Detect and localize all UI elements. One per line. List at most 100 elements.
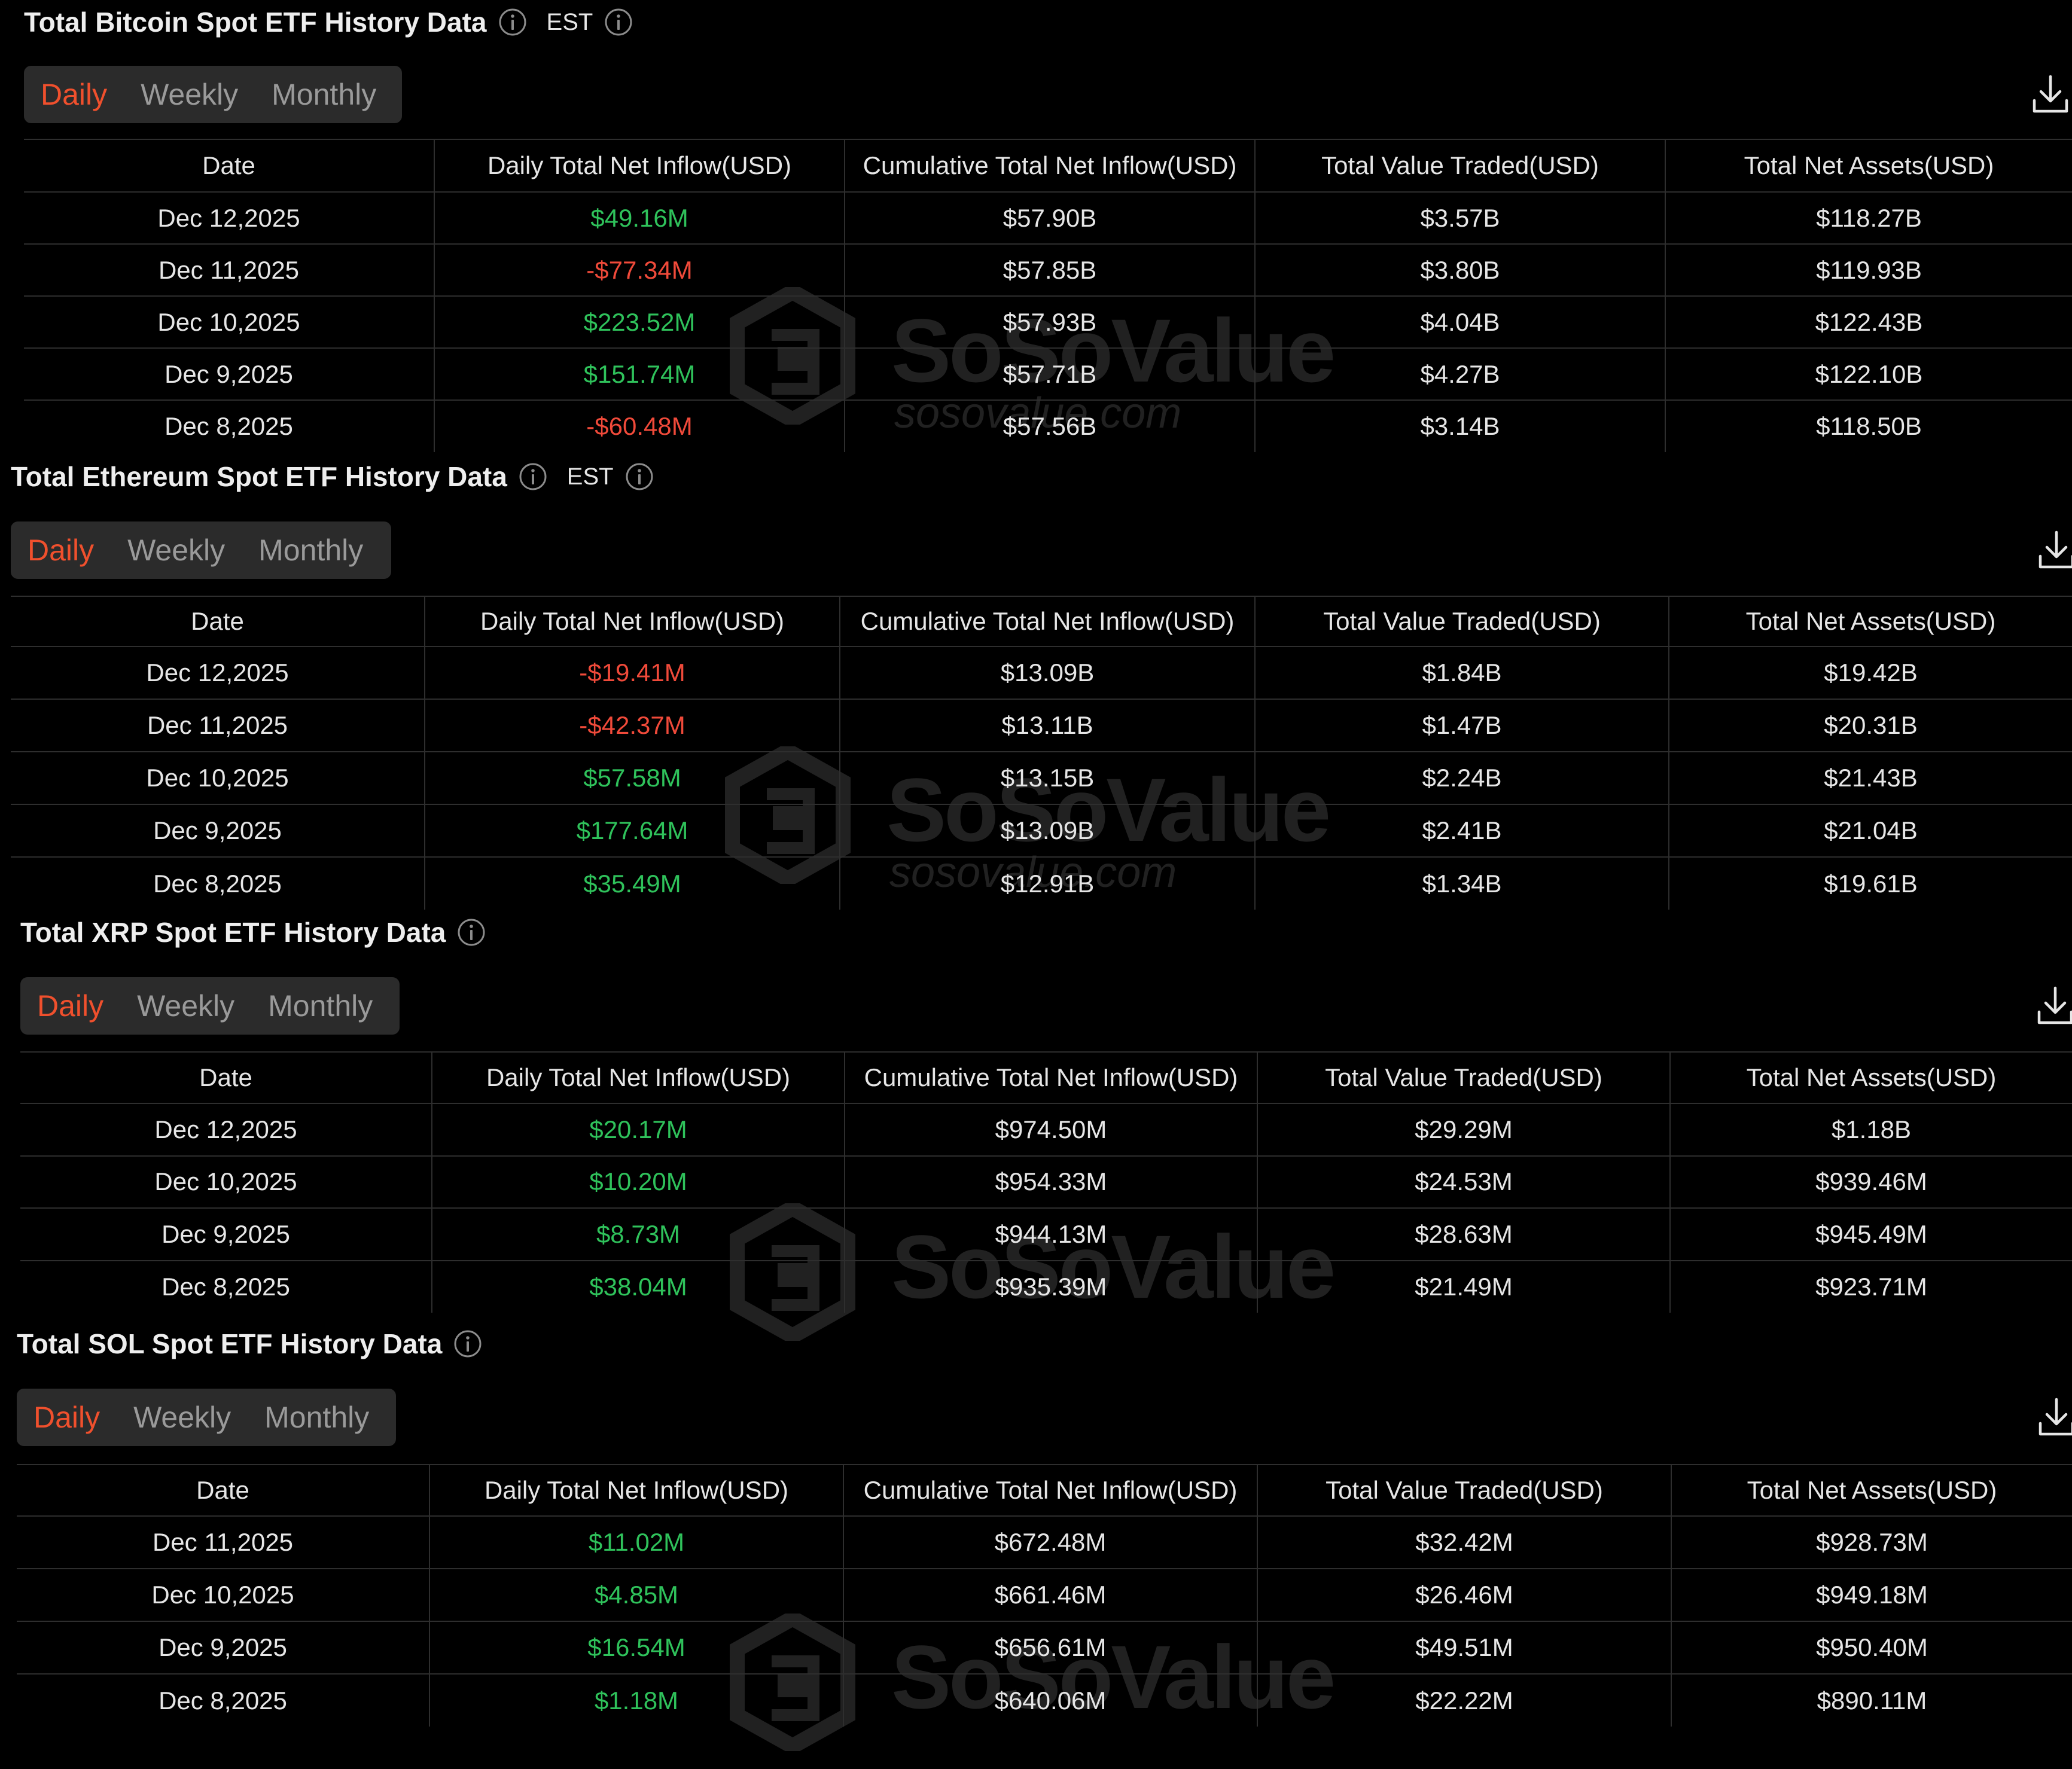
download-icon[interactable] <box>2037 530 2072 571</box>
tab-daily[interactable]: Daily <box>28 533 94 568</box>
daily-net-inflow-cell: $11.02M <box>429 1516 843 1569</box>
table-row: Dec 9,2025 $177.64M $13.09B $2.41B $21.04B <box>11 804 2072 858</box>
net-assets-cell: $19.61B <box>1668 857 2072 910</box>
ethereum-period-tabs: Daily Weekly Monthly <box>11 521 391 579</box>
value-traded-cell: $1.84B <box>1254 646 1669 700</box>
date-cell: Dec 8,2025 <box>162 1272 290 1301</box>
tab-monthly[interactable]: Monthly <box>264 1400 369 1435</box>
column-header[interactable]: Total Value Traded(USD) <box>1257 1464 1671 1517</box>
column-header[interactable]: Total Value Traded(USD) <box>1254 139 1665 193</box>
cumulative-net-inflow-cell: $57.56B <box>844 400 1255 452</box>
table-row: Dec 9,2025 $16.54M $656.61M $49.51M $950.40M <box>17 1621 2072 1675</box>
date-cell: Dec 11,2025 <box>11 699 425 752</box>
tab-weekly[interactable]: Weekly <box>141 77 238 112</box>
column-header[interactable]: Total Net Assets(USD) <box>1668 596 2072 647</box>
date-cell: Dec 12,2025 <box>20 1103 432 1157</box>
tab-monthly[interactable]: Monthly <box>272 77 376 112</box>
bitcoin-history-table: Date Daily Total Net Inflow(USD) Cumulativ… <box>24 139 2072 452</box>
table-header-row: Date Daily Total Net Inflow(USD) Cumulativ… <box>24 139 2072 193</box>
date-cell: Dec 8,2025 <box>159 1686 287 1715</box>
net-assets-cell: $939.46M <box>1669 1155 2072 1209</box>
daily-net-inflow-cell: $38.04M <box>431 1260 845 1313</box>
info-icon[interactable] <box>456 917 486 947</box>
column-header[interactable]: Total Net Assets(USD) <box>1665 139 2072 193</box>
date-cell: Dec 12,2025 <box>24 192 434 245</box>
value-traded-cell: $2.24B <box>1254 752 1669 805</box>
column-header[interactable]: Date <box>11 596 425 647</box>
net-assets-cell: $118.27B <box>1665 192 2072 245</box>
daily-net-inflow-cell: $10.20M <box>431 1155 845 1209</box>
table-row: Dec 11,2025 -$77.34M $57.85B $3.80B $119.93B <box>24 244 2072 297</box>
column-header[interactable]: Total Value Traded(USD) <box>1257 1051 1670 1104</box>
column-header[interactable]: Daily Total Net Inflow(USD) <box>429 1464 843 1517</box>
download-icon[interactable] <box>2037 1397 2072 1438</box>
column-header[interactable]: Cumulative Total Net Inflow(USD) <box>843 1464 1257 1517</box>
tab-daily[interactable]: Daily <box>33 1400 100 1435</box>
date-cell: Dec 9,2025 <box>11 804 425 858</box>
date-cell: Dec 9,2025 <box>24 348 434 401</box>
download-icon[interactable] <box>2036 986 2072 1026</box>
sol-section-title: Total SOL Spot ETF History Data <box>17 1328 443 1359</box>
daily-net-inflow-cell: $1.18M <box>429 1674 843 1727</box>
tab-monthly[interactable]: Monthly <box>258 533 363 568</box>
net-assets-cell: $21.04B <box>1668 804 2072 858</box>
column-header[interactable]: Total Net Assets(USD) <box>1671 1464 2072 1517</box>
table-row: Dec 8,2025 $38.04M $935.39M $21.49M $923.71M <box>20 1260 2072 1313</box>
column-header[interactable]: Daily Total Net Inflow(USD) <box>431 1051 845 1104</box>
xrp-history-table: Date Daily Total Net Inflow(USD) Cumulativ… <box>20 1051 2072 1313</box>
tab-weekly[interactable]: Weekly <box>127 533 225 568</box>
column-header[interactable]: Total Value Traded(USD) <box>1254 596 1669 647</box>
cumulative-net-inflow-cell: $944.13M <box>844 1208 1257 1261</box>
sol-history-table: Date Daily Total Net Inflow(USD) Cumulativ… <box>17 1464 2072 1727</box>
value-traded-cell: $3.57B <box>1254 192 1665 245</box>
net-assets-cell: $928.73M <box>1671 1516 2072 1569</box>
table-header-row: Date Daily Total Net Inflow(USD) Cumulativ… <box>17 1464 2072 1517</box>
info-icon[interactable] <box>453 1329 483 1359</box>
daily-net-inflow-cell: $35.49M <box>424 857 840 910</box>
value-traded-cell: $22.22M <box>1257 1674 1671 1727</box>
value-traded-cell: $49.51M <box>1257 1621 1671 1675</box>
value-traded-cell: $3.80B <box>1254 244 1665 297</box>
cumulative-net-inflow-cell: $13.09B <box>839 646 1255 700</box>
date-cell: Dec 10,2025 <box>11 752 425 805</box>
tab-daily[interactable]: Daily <box>41 77 107 112</box>
cumulative-net-inflow-cell: $57.93B <box>844 296 1255 349</box>
net-assets-cell: $923.71M <box>1669 1260 2072 1313</box>
net-assets-cell: $949.18M <box>1671 1569 2072 1622</box>
tab-daily[interactable]: Daily <box>37 989 103 1023</box>
column-header[interactable]: Daily Total Net Inflow(USD) <box>424 596 840 647</box>
info-icon[interactable] <box>498 7 528 37</box>
table-row: Dec 10,2025 $57.58M $13.15B $2.24B $21.43B <box>11 752 2072 805</box>
table-row: Dec 12,2025 -$19.41M $13.09B $1.84B $19.42B <box>11 646 2072 700</box>
column-header[interactable]: Cumulative Total Net Inflow(USD) <box>839 596 1255 647</box>
column-header[interactable]: Date <box>24 139 434 193</box>
net-assets-cell: $119.93B <box>1665 244 2072 297</box>
column-header[interactable]: Date <box>20 1051 432 1104</box>
table-row: Dec 8,2025 -$60.48M $57.56B $3.14B $118.50B <box>24 400 2072 452</box>
ethereum-title-row: Total Ethereum Spot ETF History Data EST <box>11 456 654 498</box>
table-row: Dec 10,2025 $4.85M $661.46M $26.46M $949.18M <box>17 1569 2072 1622</box>
download-icon[interactable] <box>2031 74 2070 115</box>
tab-weekly[interactable]: Weekly <box>133 1400 231 1435</box>
column-header[interactable]: Daily Total Net Inflow(USD) <box>434 139 845 193</box>
info-icon[interactable] <box>518 462 548 492</box>
net-assets-cell: $20.31B <box>1668 699 2072 752</box>
column-header[interactable]: Date <box>17 1464 429 1517</box>
table-row: Dec 12,2025 $49.16M $57.90B $3.57B $118.27B <box>24 192 2072 245</box>
net-assets-cell: $122.43B <box>1665 296 2072 349</box>
net-assets-cell: $122.10B <box>1665 348 2072 401</box>
ethereum-history-table: Date Daily Total Net Inflow(USD) Cumulativ… <box>11 596 2072 910</box>
cumulative-net-inflow-cell: $13.09B <box>839 804 1255 858</box>
tab-monthly[interactable]: Monthly <box>268 989 373 1023</box>
info-icon[interactable] <box>604 7 633 37</box>
info-icon[interactable] <box>624 462 654 492</box>
column-header[interactable]: Cumulative Total Net Inflow(USD) <box>844 1051 1257 1104</box>
tab-weekly[interactable]: Weekly <box>137 989 234 1023</box>
table-row: Dec 8,2025 $35.49M $12.91B $1.34B $19.61B <box>11 857 2072 910</box>
date-cell: Dec 10,2025 <box>20 1155 432 1209</box>
column-header[interactable]: Total Net Assets(USD) <box>1669 1051 2072 1104</box>
table-row: Dec 10,2025 $223.52M $57.93B $4.04B $122.43B <box>24 296 2072 349</box>
cumulative-net-inflow-cell: $954.33M <box>844 1155 1257 1209</box>
date-cell: Dec 8,2025 <box>164 412 293 440</box>
column-header[interactable]: Cumulative Total Net Inflow(USD) <box>844 139 1255 193</box>
